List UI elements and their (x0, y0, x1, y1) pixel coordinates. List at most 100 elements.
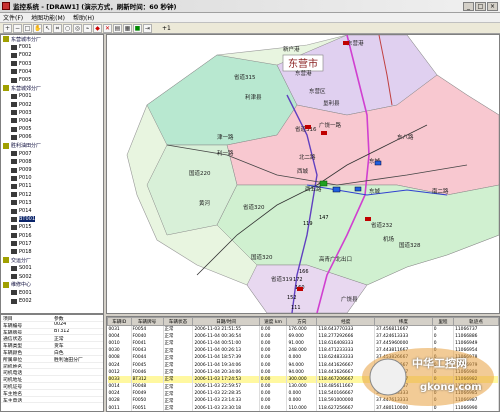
route-icon[interactable]: ⌁ (83, 23, 92, 33)
vehicle-marker[interactable] (305, 125, 311, 129)
tree-vehicle[interactable]: P011 (1, 182, 103, 190)
tree-vehicle[interactable]: S002 (1, 272, 103, 280)
tree-vehicle[interactable]: P014 (1, 207, 103, 215)
table-cell: 0.00 (259, 325, 288, 333)
vehicle-marker[interactable] (374, 160, 382, 166)
tree-vehicle[interactable]: P006 (1, 133, 103, 141)
tree-vehicle[interactable]: P013 (1, 199, 103, 207)
print-icon[interactable]: ▤ (113, 23, 122, 33)
table-cell: 0024 (107, 361, 132, 369)
property-key: 所属单位 (3, 357, 23, 362)
minimize-button[interactable]: _ (463, 2, 474, 11)
property-key: 司机证号 (3, 384, 23, 389)
map-label: 省道320 (243, 203, 265, 211)
zoom-full-icon[interactable]: □ (23, 23, 32, 33)
tree-vehicle[interactable]: P012 (1, 191, 103, 199)
column-header[interactable]: 方向 (286, 317, 318, 326)
select-icon[interactable]: ↖ (43, 23, 52, 33)
tree-group[interactable]: 胜利油田分厂 (1, 141, 103, 149)
car-icon (11, 102, 17, 108)
tree-vehicle[interactable]: P005 (1, 125, 103, 133)
column-header[interactable]: 日期/时间 (192, 317, 260, 326)
table-cell: 2006-11-03 23:30:18 (192, 404, 260, 411)
column-header[interactable]: 速度 km (258, 317, 288, 326)
tree-vehicle[interactable]: F001 (1, 43, 103, 51)
exit-icon[interactable]: ⇥ (143, 23, 152, 33)
tree-vehicle[interactable]: P007 (1, 150, 103, 158)
car-icon (11, 167, 17, 173)
column-header[interactable]: 经度 (316, 317, 376, 326)
column-header[interactable]: 轨迹点 (453, 317, 499, 326)
property-value (52, 390, 103, 396)
column-header[interactable]: 车辆牌号 (130, 317, 164, 326)
menu-help[interactable]: 帮助(H) (73, 13, 94, 22)
green-icon[interactable]: ■ (133, 23, 142, 33)
tree-vehicle[interactable]: P002 (1, 101, 103, 109)
tree-vehicle[interactable]: E001 (1, 289, 103, 297)
tree-vehicle[interactable]: P009 (1, 166, 103, 174)
car-icon (11, 249, 17, 255)
locate-icon[interactable]: ◎ (73, 23, 82, 33)
vehicle-marker[interactable] (354, 186, 362, 192)
column-header[interactable]: 纬度 (374, 317, 433, 326)
vehicle-marker[interactable] (332, 186, 341, 193)
tree-vehicle[interactable]: P001 (1, 92, 103, 100)
table-cell: 2006-11-04 00:51:00 (192, 339, 260, 348)
tree-vehicle[interactable]: E002 (1, 297, 103, 305)
table-cell: 正常 (163, 339, 194, 348)
tree-group[interactable]: 东营城市分厂 (1, 35, 103, 43)
menu-file[interactable]: 文件(F) (3, 13, 23, 22)
tree-vehicle[interactable]: P008 (1, 158, 103, 166)
folder-icon (3, 257, 9, 264)
car-icon (11, 274, 17, 280)
map-canvas[interactable]: 东营市 东营港新户港省道315东营港利津县东营区垦利县津一路省道316广饶一路东… (107, 35, 499, 313)
tree-group[interactable]: 交运分厂 (1, 256, 103, 264)
tree-label: P002 (19, 101, 32, 108)
table-cell: 2006-11-04 20:34:06 (192, 368, 260, 376)
close-button[interactable]: × (487, 2, 498, 11)
vehicle-marker[interactable] (297, 287, 303, 291)
tree-vehicle[interactable]: S001 (1, 264, 103, 272)
vehicle-marker[interactable] (365, 217, 371, 221)
tree-vehicle[interactable]: P018 (1, 248, 103, 256)
tree-vehicle[interactable]: P015 (1, 223, 103, 231)
tree-vehicle[interactable]: P004 (1, 117, 103, 125)
track-icon[interactable]: ◆ (93, 23, 102, 33)
tree-group[interactable]: 维修中心 (1, 281, 103, 289)
tree-vehicle[interactable]: P010 (1, 174, 103, 182)
car-icon (11, 77, 17, 83)
vehicle-marker[interactable] (343, 41, 349, 45)
pan-icon[interactable]: ✋ (33, 23, 42, 33)
vehicle-marker[interactable] (319, 180, 328, 187)
zoom-in-icon[interactable]: + (3, 23, 12, 33)
property-value (52, 363, 103, 369)
clear-icon[interactable]: ✕ (103, 23, 112, 33)
zoom-out-icon[interactable]: − (13, 23, 22, 33)
map-view[interactable]: 东营市 东营港 新户港 省道315 东营港 利津县 东营区 垦利县 津一路 省道316 广饶一路东… (106, 34, 500, 314)
vehicle-marker[interactable] (321, 131, 327, 135)
tree-vehicle[interactable]: P017 (1, 240, 103, 248)
column-header[interactable]: 车辆ID (107, 317, 132, 326)
layer-icon[interactable]: ▦ (123, 23, 132, 33)
km-marker-label: 119 (303, 221, 313, 227)
tree-vehicle[interactable]: P016 (1, 232, 103, 240)
tree-vehicle[interactable]: F003 (1, 60, 103, 68)
circle-icon[interactable]: ○ (63, 23, 72, 33)
table-cell: 0012 (107, 368, 132, 376)
column-header[interactable]: 里程 (431, 317, 455, 326)
tree-group[interactable]: 东营城郊分厂 (1, 84, 103, 92)
maximize-button[interactable]: □ (475, 2, 486, 11)
column-header[interactable]: 车辆状态 (162, 317, 194, 326)
tree-label: E001 (19, 289, 32, 296)
table-cell: 0.00 (259, 404, 288, 411)
table-row[interactable]: 0031 F0054 正常 2006-11-03 21:51:55 0.00 176.00… (107, 325, 499, 333)
menu-map-functions[interactable]: 地图功能(M) (31, 13, 65, 22)
table-row[interactable]: 0004 F0040 正常 2006-11-04 00:36:54 0.00 69.000… (107, 332, 499, 340)
tree-vehicle[interactable]: F004 (1, 68, 103, 76)
tree-label: P007 (19, 150, 32, 157)
tree-vehicle[interactable]: BT001 (1, 215, 103, 223)
tree-vehicle[interactable]: P003 (1, 109, 103, 117)
measure-icon[interactable]: ⌗ (53, 23, 62, 33)
tree-vehicle[interactable]: F005 (1, 76, 103, 84)
tree-vehicle[interactable]: F002 (1, 51, 103, 59)
